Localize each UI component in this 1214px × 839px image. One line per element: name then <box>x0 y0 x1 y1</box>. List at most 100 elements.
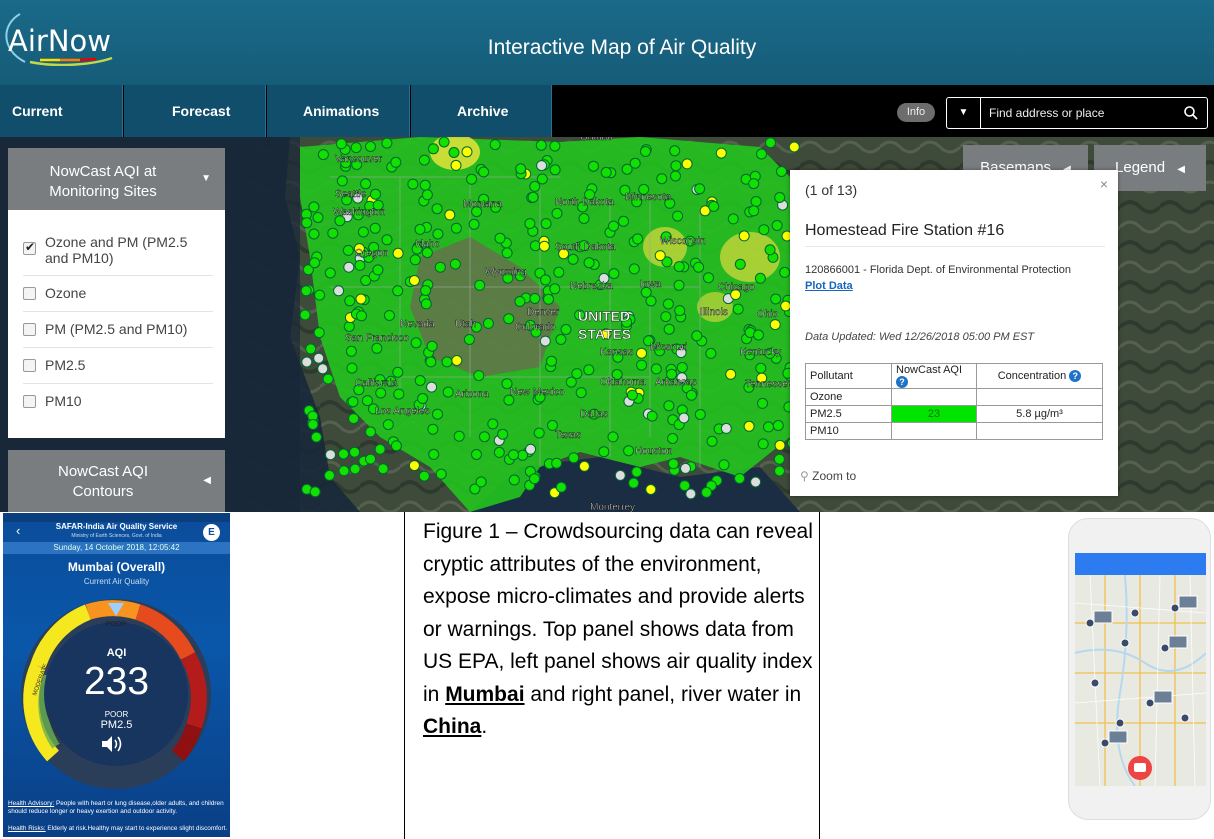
site-marker[interactable] <box>725 368 737 380</box>
site-marker[interactable] <box>705 347 717 359</box>
site-marker[interactable] <box>734 473 746 484</box>
site-marker[interactable] <box>314 289 326 301</box>
site-marker[interactable] <box>450 222 462 234</box>
site-marker[interactable] <box>333 285 345 297</box>
site-marker[interactable] <box>533 427 545 439</box>
tab-archive[interactable]: Archive <box>411 85 552 137</box>
site-marker[interactable] <box>356 310 367 322</box>
site-marker[interactable] <box>754 272 766 284</box>
site-marker[interactable] <box>758 224 770 236</box>
site-marker[interactable] <box>529 473 540 485</box>
popup-count[interactable]: (1 of 13) <box>805 182 857 198</box>
site-marker[interactable] <box>529 293 541 304</box>
site-marker[interactable] <box>408 275 420 286</box>
site-marker[interactable] <box>626 389 638 401</box>
site-marker[interactable] <box>300 285 312 297</box>
site-marker[interactable] <box>678 412 690 424</box>
site-marker[interactable] <box>501 247 513 259</box>
site-marker[interactable] <box>748 178 760 190</box>
site-marker[interactable] <box>408 460 420 472</box>
site-marker[interactable] <box>560 324 572 335</box>
site-marker[interactable] <box>438 137 450 148</box>
tab-animations[interactable]: Animations <box>267 85 410 137</box>
site-marker[interactable] <box>426 340 438 352</box>
site-marker[interactable] <box>703 272 714 284</box>
site-marker[interactable] <box>475 476 487 488</box>
site-marker[interactable] <box>575 387 587 399</box>
site-marker[interactable] <box>734 258 746 270</box>
site-marker[interactable] <box>631 466 643 478</box>
site-marker[interactable] <box>672 210 684 222</box>
site-marker[interactable] <box>428 448 440 460</box>
site-marker[interactable] <box>539 335 551 347</box>
site-marker[interactable] <box>598 446 610 458</box>
site-marker[interactable] <box>706 435 718 447</box>
site-marker[interactable] <box>763 421 774 433</box>
site-marker[interactable] <box>409 254 421 266</box>
site-marker[interactable] <box>342 244 354 256</box>
site-marker[interactable] <box>538 240 550 252</box>
site-marker[interactable] <box>663 323 675 335</box>
site-marker[interactable] <box>360 178 372 190</box>
site-marker[interactable] <box>393 388 405 400</box>
site-marker[interactable] <box>305 343 317 355</box>
site-marker[interactable] <box>327 227 339 239</box>
site-marker[interactable] <box>628 263 640 275</box>
river-photo-thumbnail[interactable] <box>1153 690 1173 704</box>
tab-current[interactable]: Current <box>0 85 123 137</box>
site-marker[interactable] <box>693 261 705 273</box>
site-marker[interactable] <box>374 443 386 455</box>
river-pin[interactable] <box>1160 643 1170 653</box>
site-marker[interactable] <box>629 157 641 169</box>
layer-option-pm25[interactable]: PM2.5 <box>23 348 213 384</box>
site-marker[interactable] <box>772 420 784 431</box>
site-marker[interactable] <box>369 222 381 234</box>
site-marker[interactable] <box>414 375 426 386</box>
site-marker[interactable] <box>355 293 367 305</box>
site-marker[interactable] <box>461 146 473 158</box>
site-marker[interactable] <box>473 370 485 382</box>
checkbox[interactable] <box>23 323 36 336</box>
site-marker[interactable] <box>381 137 393 149</box>
site-marker[interactable] <box>732 303 744 315</box>
site-marker[interactable] <box>497 428 509 440</box>
site-marker[interactable] <box>345 345 357 357</box>
layer-option-ozone-pm[interactable]: Ozone and PM (PM2.5 and PM10) <box>23 226 213 276</box>
site-marker[interactable] <box>343 321 355 332</box>
site-marker[interactable] <box>392 285 404 297</box>
speaker-icon[interactable] <box>100 735 124 753</box>
checkbox[interactable] <box>23 287 36 300</box>
site-marker[interactable] <box>482 317 494 329</box>
site-marker[interactable] <box>375 387 387 399</box>
site-marker[interactable] <box>551 207 563 219</box>
site-marker[interactable] <box>546 355 557 367</box>
help-icon[interactable]: ? <box>1069 370 1082 382</box>
site-marker[interactable] <box>309 257 321 269</box>
site-marker[interactable] <box>451 355 463 366</box>
site-marker[interactable] <box>750 196 762 207</box>
site-marker[interactable] <box>381 234 393 246</box>
site-marker[interactable] <box>551 457 563 469</box>
site-marker[interactable] <box>774 192 786 203</box>
site-marker[interactable] <box>743 420 755 432</box>
site-marker[interactable] <box>421 189 433 201</box>
site-marker[interactable] <box>543 293 554 305</box>
layer-option-pm10[interactable]: PM10 <box>23 384 213 420</box>
site-marker[interactable] <box>347 396 359 408</box>
site-marker[interactable] <box>448 147 460 158</box>
checkbox[interactable] <box>23 240 36 255</box>
site-marker[interactable] <box>529 180 541 192</box>
site-marker[interactable] <box>646 410 658 422</box>
site-marker[interactable] <box>771 220 783 231</box>
site-marker[interactable] <box>608 268 620 280</box>
site-marker[interactable] <box>553 266 565 278</box>
site-marker[interactable] <box>432 228 444 240</box>
contours-panel-header[interactable]: NowCast AQI Contours ◀ <box>8 450 225 512</box>
site-marker[interactable] <box>344 295 356 307</box>
site-marker[interactable] <box>410 337 422 349</box>
site-marker[interactable] <box>348 413 360 425</box>
site-marker[interactable] <box>614 469 626 481</box>
site-marker[interactable] <box>313 327 325 339</box>
site-marker[interactable] <box>317 149 329 161</box>
site-marker[interactable] <box>390 156 402 168</box>
